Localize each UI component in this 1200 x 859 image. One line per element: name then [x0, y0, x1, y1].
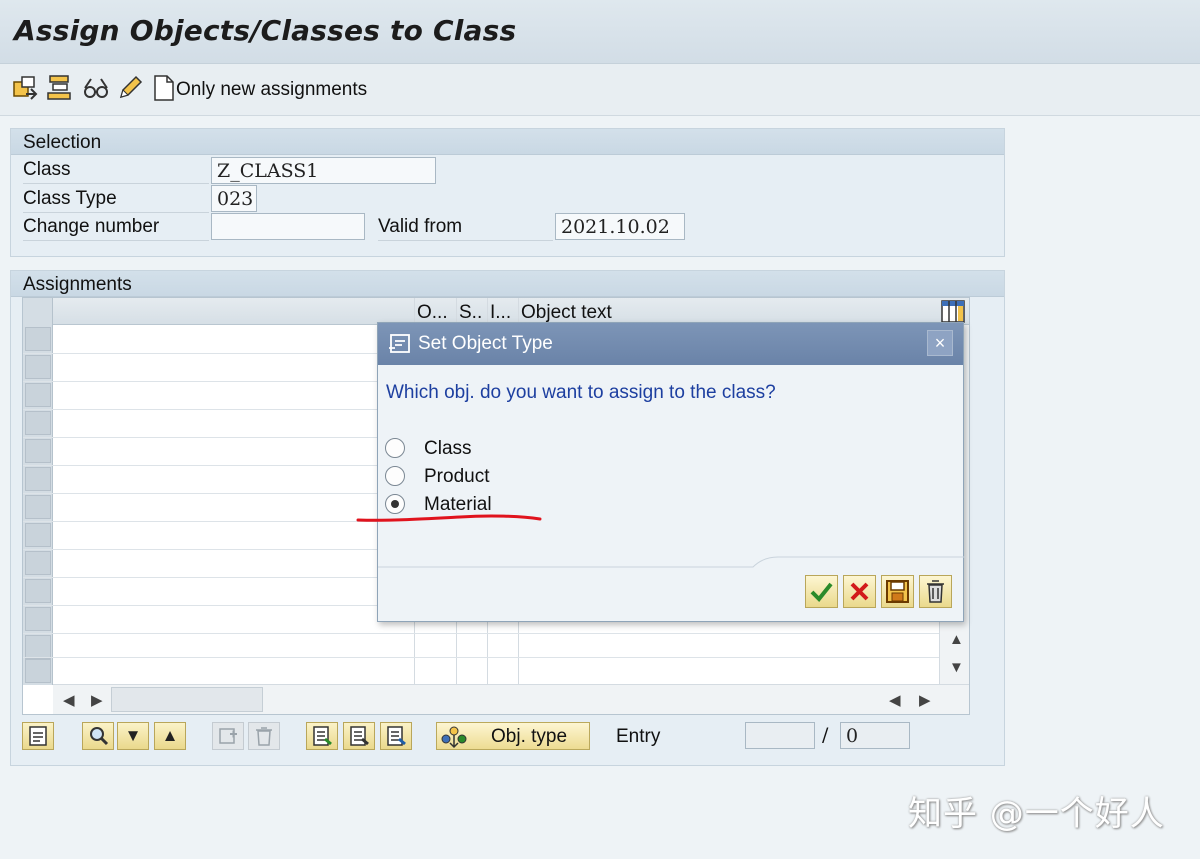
only-new-assignments-button[interactable]: Only new assignments [176, 79, 367, 101]
radio-product-label[interactable]: Product [424, 466, 489, 488]
column-settings-icon[interactable] [941, 300, 965, 323]
radio-class-label[interactable]: Class [424, 438, 472, 460]
row-selector[interactable] [25, 551, 51, 575]
row-selector[interactable] [25, 327, 51, 351]
blank-document-icon[interactable] [150, 74, 178, 102]
triangle-up-icon: ▲ [161, 726, 179, 745]
row-selector[interactable] [25, 355, 51, 379]
table-row[interactable] [23, 657, 939, 658]
select-block-icon [350, 726, 369, 746]
cancel-x-icon [850, 582, 869, 601]
cancel-button[interactable] [843, 575, 876, 608]
class-field[interactable]: Z_CLASS1 [211, 157, 436, 184]
display-change-glasses-icon[interactable] [82, 74, 110, 102]
table-header-row: O... S.. I... Object text [23, 298, 969, 325]
valid-from-field[interactable]: 2021.10.02 [555, 213, 685, 240]
sort-descending-button[interactable]: ▼ [117, 722, 149, 750]
scroll-right-end-icon[interactable]: ▶ [919, 691, 931, 709]
row-selector[interactable] [25, 495, 51, 519]
dialog-close-icon[interactable]: × [927, 330, 953, 356]
class-label-underline [23, 183, 209, 184]
hierarchy-icon[interactable] [45, 74, 73, 102]
red-annotation-underline [356, 514, 542, 522]
trash-icon [927, 580, 944, 603]
dialog-question: Which obj. do you want to assign to the … [386, 382, 776, 403]
scroll-left-icon[interactable]: ◀ [63, 691, 75, 709]
row-selector[interactable] [25, 411, 51, 435]
radio-class[interactable] [385, 438, 405, 458]
class-label: Class [23, 159, 71, 180]
selection-header: Selection [11, 129, 1004, 155]
entry-total-field: 0 [840, 722, 910, 749]
row-selector[interactable] [25, 383, 51, 407]
detail-document-icon [29, 726, 47, 746]
dialog-title: Set Object Type [418, 333, 553, 354]
dialog-title-bar[interactable]: Set Object Type × [378, 323, 963, 365]
obj-type-button[interactable]: Obj. type [436, 722, 590, 750]
triangle-down-icon: ▼ [124, 726, 142, 745]
save-disk-icon [886, 580, 909, 603]
entry-current-field[interactable] [745, 722, 815, 749]
row-selector[interactable] [25, 467, 51, 491]
new-entries-icon[interactable] [12, 74, 40, 102]
dialog-window-icon [389, 334, 410, 353]
row-selector[interactable] [25, 635, 51, 659]
class-type-field[interactable]: 023 [211, 185, 257, 212]
row-selector[interactable] [25, 579, 51, 603]
change-number-field[interactable] [211, 213, 365, 240]
insert-row-icon [219, 728, 237, 744]
scroll-left-end-icon[interactable]: ◀ [889, 691, 901, 709]
continue-button[interactable] [805, 575, 838, 608]
valid-from-label: Valid from [378, 216, 463, 237]
save-button[interactable] [881, 575, 914, 608]
delete-row-button[interactable] [248, 722, 280, 750]
row-selector[interactable] [25, 659, 51, 683]
dialog-separator [378, 556, 965, 568]
insert-row-button[interactable] [212, 722, 244, 750]
checkmark-icon [810, 582, 833, 602]
title-bar: Assign Objects/Classes to Class [0, 0, 1200, 64]
row-selector[interactable] [25, 523, 51, 547]
set-object-type-dialog: Set Object Type × Which obj. do you want… [377, 322, 965, 622]
delete-button[interactable] [919, 575, 952, 608]
column-header-status[interactable]: S.. [459, 302, 482, 324]
scroll-down-icon[interactable]: ▼ [949, 659, 964, 676]
column-header-object[interactable]: O... [417, 302, 448, 324]
entry-separator: / [822, 724, 829, 746]
deselect-all-button[interactable] [380, 722, 412, 750]
page-title: Assign Objects/Classes to Class [14, 14, 517, 47]
watermark: 知乎 @一个好人 [908, 794, 1165, 834]
details-button[interactable] [22, 722, 54, 750]
search-button[interactable] [82, 722, 114, 750]
scroll-up-icon[interactable]: ▲ [949, 631, 964, 648]
application-toolbar: Only new assignments [0, 64, 1200, 116]
horizontal-scrollbar[interactable]: ◀ ▶ ◀ ▶ [53, 684, 969, 714]
select-all-button[interactable] [306, 722, 338, 750]
pencil-icon[interactable] [116, 74, 144, 102]
select-all-icon [313, 726, 332, 746]
change-number-label: Change number [23, 216, 160, 237]
entry-label: Entry [616, 726, 661, 747]
radio-selected-dot [391, 500, 399, 508]
valid-from-label-underline [378, 240, 553, 241]
obj-type-button-label: Obj. type [491, 726, 568, 747]
object-type-icon [441, 726, 467, 749]
select-block-button[interactable] [343, 722, 375, 750]
change-number-label-underline [23, 240, 209, 241]
radio-product[interactable] [385, 466, 405, 486]
class-type-label-underline [23, 212, 209, 213]
column-header-icon[interactable]: I... [490, 302, 511, 324]
row-selector[interactable] [25, 607, 51, 631]
column-header-object-text[interactable]: Object text [521, 302, 612, 324]
trash-icon [256, 727, 272, 746]
deselect-all-icon [387, 726, 406, 746]
magnifier-icon [90, 727, 109, 746]
sort-ascending-button[interactable]: ▲ [154, 722, 186, 750]
scroll-right-icon[interactable]: ▶ [91, 691, 103, 709]
row-selector[interactable] [25, 439, 51, 463]
table-row[interactable] [23, 633, 939, 634]
horizontal-scroll-thumb[interactable] [111, 687, 263, 712]
class-type-label: Class Type [23, 188, 117, 209]
assignments-header: Assignments [11, 271, 1004, 297]
